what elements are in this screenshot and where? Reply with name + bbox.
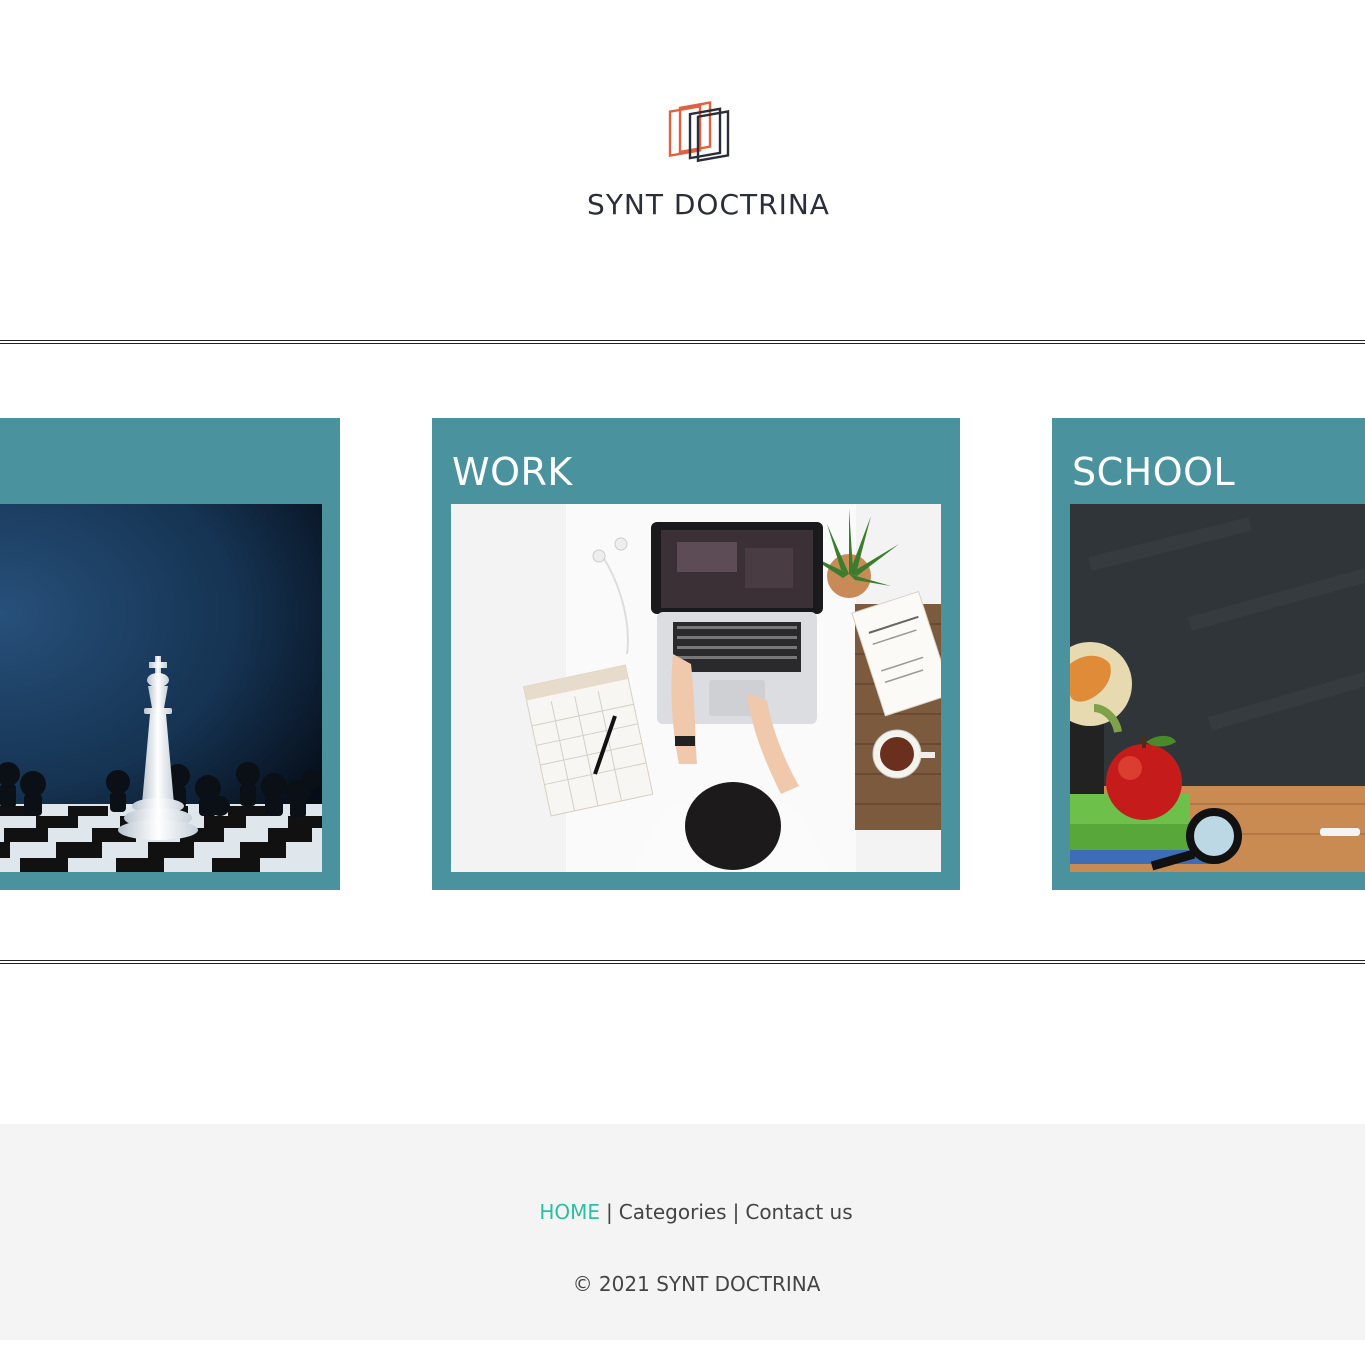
footer-link-home[interactable]: HOME [539, 1200, 600, 1224]
divider-top [0, 340, 1365, 344]
category-card-strategy[interactable] [0, 418, 340, 890]
page: SYNT DOCTRINA WORK SCHOOL HOME | Categor… [0, 0, 1365, 1365]
brand-name[interactable]: SYNT DOCTRINA [0, 188, 1365, 221]
category-card-school[interactable]: SCHOOL [1052, 418, 1365, 890]
nav-separator: | [732, 1200, 740, 1224]
site-header: SYNT DOCTRINA [0, 0, 1365, 340]
chess-king-image[interactable] [0, 504, 322, 872]
category-card-work[interactable]: WORK [432, 418, 960, 890]
school-chalkboard-image[interactable] [1070, 504, 1365, 872]
divider-bottom [0, 960, 1365, 964]
laptop-work-image[interactable] [451, 504, 941, 872]
category-title: SCHOOL [1072, 450, 1236, 494]
copyright-text: © 2021 SYNT DOCTRINA [572, 1272, 821, 1296]
site-footer: HOME | Categories | Contact us © 2021 SYNT D… [0, 1124, 1365, 1340]
footer-link-contact[interactable]: Contact us [745, 1200, 852, 1224]
logo-icon[interactable] [668, 98, 732, 172]
category-title: WORK [452, 450, 573, 494]
footer-link-categories[interactable]: Categories [619, 1200, 727, 1224]
nav-separator: | [606, 1200, 613, 1224]
footer-nav: HOME | Categories | Contact us [0, 1200, 1365, 1224]
